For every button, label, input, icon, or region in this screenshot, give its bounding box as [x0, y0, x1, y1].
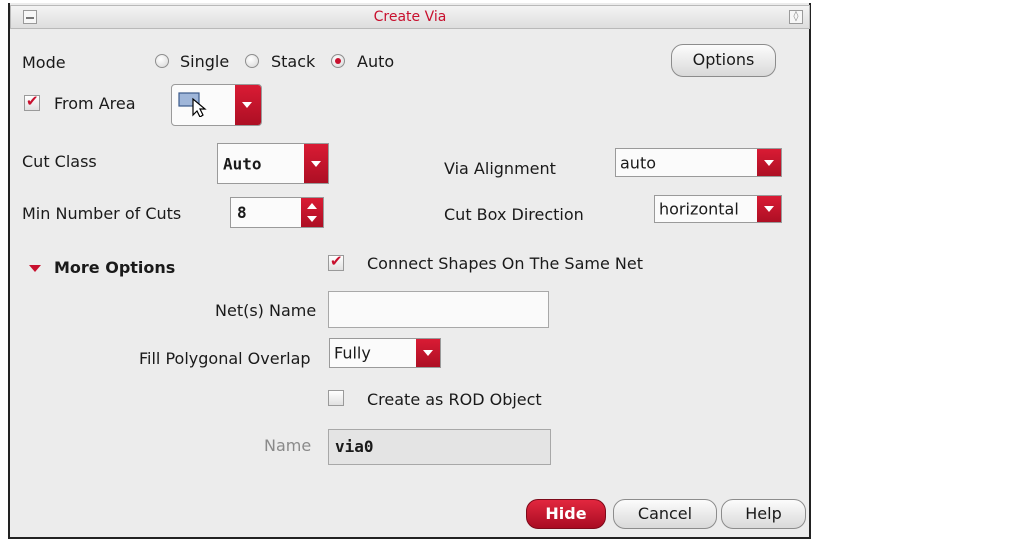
via-alignment-label: Via Alignment [444, 159, 556, 178]
via-alignment-select[interactable]: auto [615, 148, 782, 177]
from-area-label: From Area [54, 94, 136, 113]
chevron-down-icon[interactable] [757, 149, 781, 176]
min-cuts-label: Min Number of Cuts [22, 204, 182, 223]
min-cuts-value: 8 [237, 203, 247, 222]
radio-auto-label: Auto [357, 52, 395, 71]
chevron-down-icon[interactable] [304, 144, 328, 183]
cut-class-select[interactable]: Auto [217, 143, 329, 184]
cancel-button[interactable]: Cancel [613, 499, 717, 529]
connect-shapes-label: Connect Shapes On The Same Net [367, 254, 643, 273]
spin-arrows[interactable] [301, 198, 323, 227]
spin-up-icon[interactable] [307, 203, 317, 209]
fill-polygonal-select[interactable]: Fully [329, 338, 441, 368]
radio-single-label: Single [180, 52, 230, 71]
from-area-checkbox[interactable] [24, 92, 40, 111]
cut-box-direction-select[interactable]: horizontal [654, 195, 782, 223]
cancel-button-label: Cancel [637, 504, 693, 523]
from-area-picker[interactable] [171, 84, 262, 126]
chevron-down-icon[interactable] [757, 196, 781, 222]
cut-class-label: Cut Class [22, 152, 97, 171]
cut-box-direction-value: horizontal [659, 199, 739, 219]
help-button-label: Help [745, 504, 782, 523]
cut-class-value: Auto [223, 154, 262, 173]
radio-single[interactable] [155, 54, 169, 68]
fill-polygonal-label: Fill Polygonal Overlap [139, 349, 311, 368]
radio-stack[interactable] [245, 54, 259, 68]
name-input[interactable]: via0 [328, 429, 551, 465]
name-label: Name [264, 436, 312, 455]
hide-button[interactable]: Hide [526, 499, 606, 529]
hide-button-label: Hide [545, 504, 587, 523]
expand-triangle-icon[interactable] [29, 265, 41, 272]
fill-polygonal-value: Fully [334, 343, 371, 363]
window-title: Create Via [373, 9, 447, 25]
options-button[interactable]: Options [671, 44, 776, 77]
select-area-pointer-icon [178, 91, 208, 121]
create-rod-label: Create as ROD Object [367, 390, 542, 409]
spin-down-icon[interactable] [307, 216, 317, 222]
chevron-down-icon[interactable] [416, 339, 440, 367]
more-options-toggle[interactable]: More Options [54, 258, 175, 277]
maximize-icon[interactable]: ◊ [789, 10, 803, 24]
nets-name-input[interactable] [328, 291, 549, 328]
radio-stack-label: Stack [271, 52, 316, 71]
mode-label: Mode [22, 53, 66, 72]
via-alignment-value: auto [620, 153, 657, 172]
name-value: via0 [335, 437, 374, 456]
create-rod-checkbox[interactable] [328, 390, 344, 406]
cut-box-direction-label: Cut Box Direction [444, 205, 584, 224]
radio-auto[interactable] [331, 54, 345, 68]
help-button[interactable]: Help [721, 499, 806, 529]
nets-name-label: Net(s) Name [215, 301, 317, 320]
chevron-down-icon[interactable] [235, 85, 261, 125]
title-bar[interactable]: Create Via ◊ [10, 5, 810, 29]
connect-shapes-checkbox[interactable] [328, 252, 344, 271]
min-cuts-spinbox[interactable]: 8 [230, 197, 324, 228]
